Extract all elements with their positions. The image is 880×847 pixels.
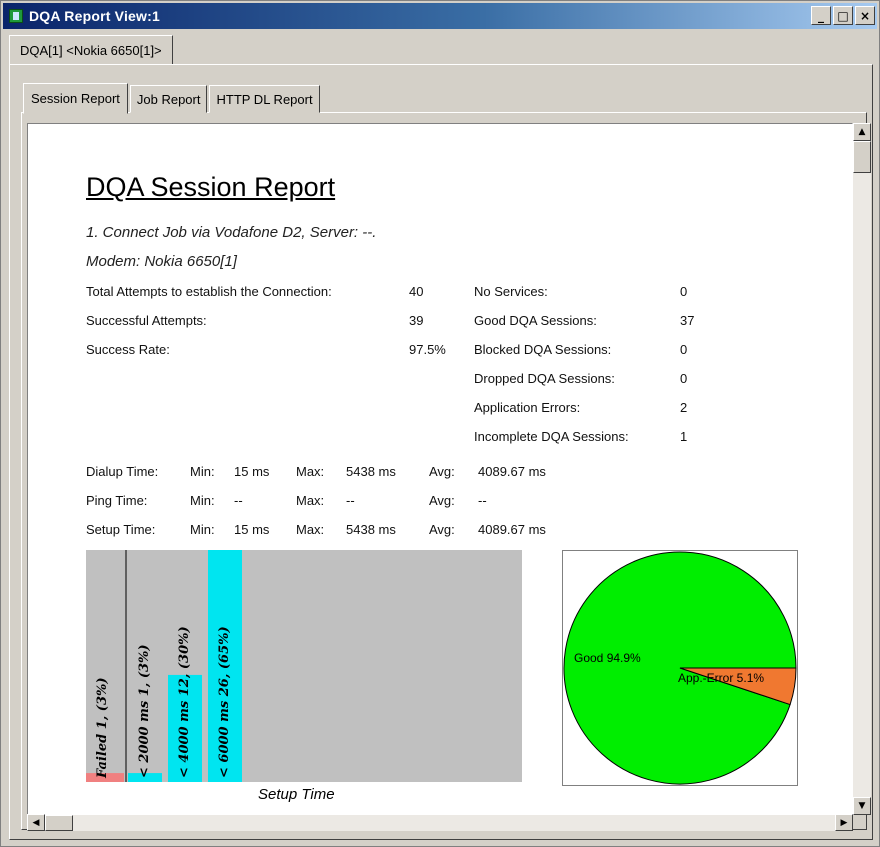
- stat-label: No Services:: [474, 284, 548, 299]
- timing-label: Dialup Time:: [86, 464, 159, 479]
- report-subtitle-modem: Modem: Nokia 6650[1]: [86, 253, 237, 270]
- timing-max-value: --: [346, 493, 355, 508]
- stat-value: 40: [409, 284, 424, 299]
- tab-job-report[interactable]: Job Report: [129, 85, 208, 113]
- timing-max-label: Max:: [296, 464, 325, 479]
- timing-avg-value: 4089.67 ms: [478, 522, 546, 537]
- timing-max-label: Max:: [296, 522, 325, 537]
- scroll-left-button[interactable]: ◀: [27, 814, 45, 831]
- bar-label-3: < 6000 ms 26, (65%): [217, 626, 232, 778]
- pie-label-good: Good 94.9%: [574, 651, 641, 665]
- report-tabs: Session Report Job Report HTTP DL Report: [23, 83, 322, 114]
- timing-max-label: Max:: [296, 493, 325, 508]
- timing-avg-value: --: [478, 493, 487, 508]
- report-content: DQA Session Report 1. Connect Job via Vo…: [27, 123, 853, 815]
- app-icon: [9, 9, 23, 23]
- timing-avg-label: Avg:: [429, 464, 455, 479]
- window-controls: _ □ ×: [811, 6, 875, 25]
- stat-value: 97.5%: [409, 342, 446, 357]
- timing-min-label: Min:: [190, 464, 215, 479]
- document-tabs: DQA[1] <Nokia 6650[1]>: [9, 35, 173, 65]
- stat-label: Success Rate:: [86, 342, 170, 357]
- pie-label-app-error: App.-Error 5.1%: [678, 671, 764, 685]
- timing-max-value: 5438 ms: [346, 464, 396, 479]
- close-button[interactable]: ×: [855, 6, 875, 25]
- minimize-button[interactable]: _: [811, 6, 831, 25]
- stat-label: Application Errors:: [474, 400, 581, 415]
- timing-min-label: Min:: [190, 522, 215, 537]
- window-title: DQA Report View:1: [29, 8, 160, 24]
- stat-label: Successful Attempts:: [86, 313, 207, 328]
- stat-label: Total Attempts to establish the Connecti…: [86, 284, 332, 299]
- horizontal-scroll-thumb[interactable]: [45, 815, 73, 831]
- timing-min-value: 15 ms: [234, 464, 270, 479]
- stat-label: Incomplete DQA Sessions:: [474, 429, 629, 444]
- stat-value: 0: [680, 371, 688, 386]
- scroll-down-button[interactable]: ▼: [853, 797, 871, 815]
- stat-label: Good DQA Sessions:: [474, 313, 597, 328]
- report-title: DQA Session Report: [86, 172, 336, 202]
- timing-min-value: 15 ms: [234, 522, 270, 537]
- vertical-scrollbar[interactable]: ▲ ▼: [853, 123, 871, 815]
- dqa-report-window: DQA Report View:1 _ □ × DQA[1] <Nokia 66…: [0, 0, 880, 847]
- tab-session-report[interactable]: Session Report: [23, 83, 128, 114]
- tab-http-dl-report[interactable]: HTTP DL Report: [209, 85, 320, 113]
- bar-label-2: < 4000 ms 12, (30%): [177, 626, 192, 778]
- timing-avg-value: 4089.67 ms: [478, 464, 546, 479]
- horizontal-scrollbar[interactable]: ◀ ▶: [27, 814, 853, 831]
- timing-label: Ping Time:: [86, 493, 148, 508]
- stat-label: Dropped DQA Sessions:: [474, 371, 615, 386]
- stat-value: 1: [680, 429, 688, 444]
- timing-max-value: 5438 ms: [346, 522, 396, 537]
- timing-avg-label: Avg:: [429, 522, 455, 537]
- stat-value: 39: [409, 313, 424, 328]
- session-result-pie-chart: Good 94.9% App.-Error 5.1%: [562, 550, 798, 786]
- scroll-up-button[interactable]: ▲: [853, 123, 871, 141]
- bar-chart-xlabel: Setup Time: [258, 786, 335, 803]
- maximize-button[interactable]: □: [833, 6, 853, 25]
- stat-label: Blocked DQA Sessions:: [474, 342, 612, 357]
- timing-avg-label: Avg:: [429, 493, 455, 508]
- stat-value: 0: [680, 284, 688, 299]
- timing-min-label: Min:: [190, 493, 215, 508]
- title-bar[interactable]: DQA Report View:1 _ □ ×: [3, 3, 877, 29]
- tab-dqa-nokia[interactable]: DQA[1] <Nokia 6650[1]>: [9, 35, 173, 65]
- stat-value: 37: [680, 313, 695, 328]
- bar-label-0: Failed 1, (3%): [95, 677, 110, 779]
- report-subtitle-job: 1. Connect Job via Vodafone D2, Server: …: [86, 224, 377, 241]
- stat-value: 0: [680, 342, 688, 357]
- vertical-scroll-thumb[interactable]: [853, 141, 871, 173]
- timing-label: Setup Time:: [86, 522, 156, 537]
- setup-time-bar-chart: Failed 1, (3%) < 2000 ms 1, (3%) < 4000 ms…: [86, 550, 522, 782]
- bar-label-1: < 2000 ms 1, (3%): [137, 644, 152, 778]
- scroll-right-button[interactable]: ▶: [835, 814, 853, 831]
- stat-value: 2: [680, 400, 688, 415]
- timing-min-value: --: [234, 493, 243, 508]
